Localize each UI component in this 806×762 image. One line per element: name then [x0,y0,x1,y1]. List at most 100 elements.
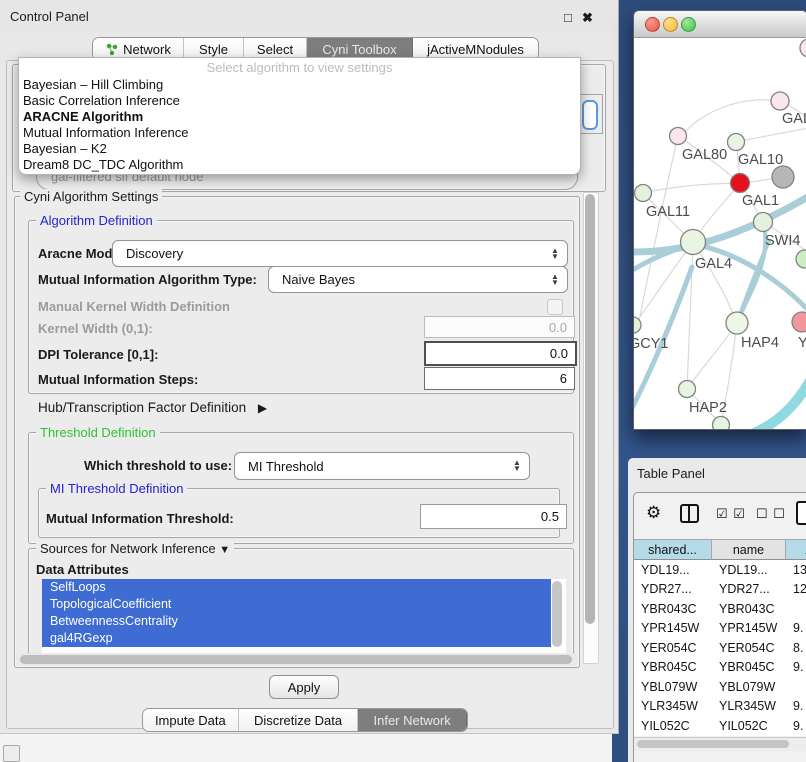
combo-spinner-focus[interactable] [582,100,598,130]
table-row[interactable]: YBR043CYBR043C [634,599,806,619]
table-row[interactable]: YBR045CYBR045C9. [634,658,806,678]
network-node-gal[interactable] [771,92,789,110]
data-attribute-item[interactable]: TopologicalCoefficient [42,596,551,613]
node-label: Y [798,335,806,351]
node-label: GCY1 [634,336,669,352]
table-row[interactable]: YIL052CYIL052C9. [634,716,806,736]
float-icon[interactable]: □ [564,10,572,25]
table-cell: YDL19... [712,563,786,577]
node-label: GAL11 [646,204,690,220]
table-row[interactable]: YDL19...YDL19...13 [634,560,806,580]
network-node[interactable] [800,39,806,57]
apply-button[interactable]: Apply [269,675,339,699]
table-cell: 12 [786,582,806,596]
network-node-gcy1[interactable] [634,317,641,333]
mi-steps-field[interactable]: 6 [424,367,575,390]
table-cell: YBR043C [712,602,786,616]
hub-definition-toggle[interactable]: Hub/Transcription Factor Definition ▶ [38,400,267,415]
network-icon [105,43,118,56]
algorithm-option[interactable]: Dream8 DC_TDC Algorithm [19,157,580,173]
sources-title-label: Sources for Network Inference [40,541,216,556]
table-row[interactable]: YER054CYER054C8. [634,638,806,658]
dpi-tolerance-field[interactable]: 0.0 [424,341,577,366]
mi-steps-label: Mutual Information Steps: [38,372,198,387]
table-row[interactable]: YDR27...YDR27...12 [634,580,806,600]
table-row[interactable]: YPR145WYPR145W9. [634,619,806,639]
network-node-hap4[interactable] [726,312,748,334]
node-label: GAL80 [682,147,727,163]
mi-type-select[interactable]: Naive Bayes ▲▼ [268,266,568,293]
tab-discretize-data[interactable]: Discretize Data [239,709,359,731]
network-canvas[interactable]: GALGAL80GAL10GAL1GAL11SWI4GAL4GCY1HAP4YH… [634,37,806,429]
data-attribute-item[interactable]: SelfLoops [42,579,551,596]
tab-infer-network[interactable]: Infer Network [358,709,467,731]
data-attributes-list: SelfLoopsTopologicalCoefficientBetweenne… [42,579,566,653]
export-table-icon[interactable] [796,501,806,525]
close-traffic-light[interactable] [645,17,660,32]
mi-threshold-value: 0.5 [541,509,559,524]
table-hscrollbar-thumb[interactable] [637,740,789,748]
mi-type-value: Naive Bayes [269,272,548,287]
network-node-gal1[interactable] [731,174,750,193]
network-node-gal80[interactable] [670,128,687,145]
network-view-window: GALGAL80GAL10GAL1GAL11SWI4GAL4GCY1HAP4YH… [633,10,806,430]
algorithm-option[interactable]: Basic Correlation Inference [19,93,580,109]
table-hscrollbar-track[interactable] [634,737,806,751]
hub-definition-label: Hub/Transcription Factor Definition [38,400,246,415]
network-node-swi4[interactable] [754,213,773,232]
node-label: GAL10 [738,152,783,168]
which-threshold-label: Which threshold to use: [84,458,232,473]
tab-impute-data[interactable]: Impute Data [143,709,239,731]
which-threshold-value: MI Threshold [235,459,510,474]
close-icon[interactable]: ✖ [582,10,593,26]
clear-all-checkboxes-icon[interactable]: ☐ ☐ [756,506,786,522]
network-node[interactable] [796,250,806,268]
algorithm-option[interactable]: ARACNE Algorithm [19,109,580,125]
column-header-partial[interactable]: A [786,539,806,560]
data-attribute-item[interactable]: BetweennessCentrality [42,613,551,630]
apply-button-label: Apply [288,680,321,695]
network-node[interactable] [713,417,730,430]
mi-threshold-field[interactable]: 0.5 [420,504,567,529]
table-cell: 9. [786,660,806,674]
table-row[interactable]: YBL079WYBL079W [634,677,806,697]
zoom-traffic-light[interactable] [681,17,696,32]
which-threshold-select[interactable]: MI Threshold ▲▼ [234,452,530,480]
network-nodes: GALGAL80GAL10GAL1GAL11SWI4GAL4GCY1HAP4YH… [634,39,806,429]
sources-group-title[interactable]: Sources for Network Inference ▼ [36,541,234,556]
columns-icon[interactable] [680,504,699,523]
table-body: YDL19...YDL19...13YDR27...YDR27...12YBR0… [634,560,806,736]
column-header-shared-name[interactable]: shared... [634,539,712,560]
kernel-width-field[interactable]: 0.0 [424,316,575,338]
spinner-icon: ▲▼ [510,460,524,472]
select-all-checkboxes-icon[interactable]: ☑ ☑ [716,506,746,522]
node-label: GAL [782,111,806,127]
network-node[interactable] [772,166,794,188]
algorithm-option[interactable]: Mutual Information Inference [19,125,580,141]
network-node-gal11[interactable] [635,185,652,202]
table-cell: 8. [786,641,806,655]
gear-icon[interactable]: ⚙ [646,503,661,523]
network-node-gal4[interactable] [681,230,706,255]
manual-kernel-checkbox[interactable] [547,299,563,315]
network-node-gal10[interactable] [728,134,745,151]
attributes-scrollbar-thumb[interactable] [552,581,562,647]
minimize-traffic-light[interactable] [663,17,678,32]
tab-label: jActiveMNodules [427,42,524,57]
data-attribute-item[interactable]: gal4RGexp [42,630,551,647]
network-window-titlebar[interactable] [634,11,806,38]
minimized-window-icon[interactable] [3,745,20,762]
table-row[interactable]: YLR345WYLR345W9. [634,697,806,717]
settings-hscrollbar-thumb[interactable] [20,655,572,664]
node-label: HAP2 [689,400,727,416]
aracne-mode-select[interactable]: Discovery ▲▼ [112,240,568,267]
table-cell: YBL079W [634,680,712,694]
table-cell: YER054C [712,641,786,655]
algorithm-option[interactable]: Bayesian – Hill Climbing [19,77,580,93]
column-header-name[interactable]: name [712,539,786,560]
dpi-tolerance-label: DPI Tolerance [0,1]: [38,347,158,362]
network-node-y[interactable] [792,312,806,332]
algorithm-option[interactable]: Bayesian – K2 [19,141,580,157]
network-node-hap2[interactable] [679,381,696,398]
settings-scrollbar-thumb[interactable] [585,194,595,624]
